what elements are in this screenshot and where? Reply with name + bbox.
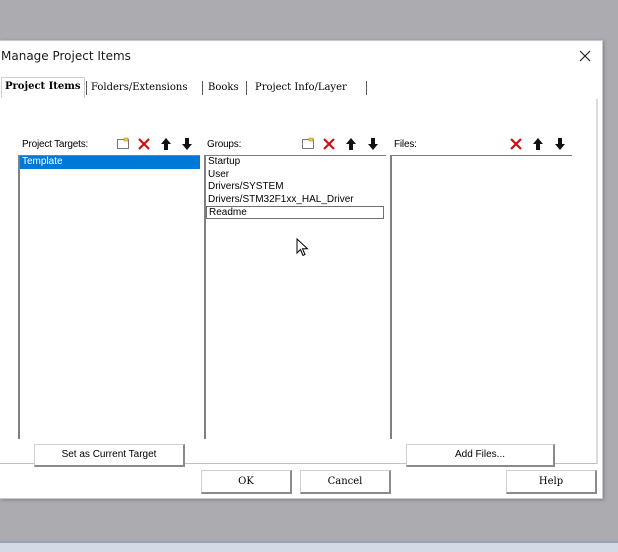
project-targets-label: Project Targets:: [22, 139, 89, 150]
move-up-icon[interactable]: [343, 136, 359, 152]
taskbar-strip: [0, 543, 618, 552]
dialog-title: Manage Project Items: [1, 49, 131, 63]
list-item[interactable]: Drivers/STM32F1xx_HAL_Driver: [206, 194, 386, 207]
groups-label: Groups:: [207, 139, 242, 150]
list-item[interactable]: User: [206, 169, 386, 182]
list-item[interactable]: Drivers/SYSTEM: [206, 181, 386, 194]
project-items-panel: Project Targets: Template Set as Current…: [0, 99, 598, 467]
desktop-background: [0, 0, 618, 40]
tab-separator: [246, 81, 247, 95]
help-button[interactable]: Help: [506, 470, 597, 494]
move-down-icon[interactable]: [552, 136, 568, 152]
tab-separator: [86, 81, 87, 95]
list-item[interactable]: Template: [20, 156, 200, 169]
add-files-button[interactable]: Add Files...: [406, 444, 555, 467]
set-current-target-button[interactable]: Set as Current Target: [34, 444, 185, 467]
manage-project-items-dialog: Manage Project Items Project Items Folde…: [0, 40, 603, 499]
tab-separator: [202, 81, 203, 95]
files-list[interactable]: [390, 155, 572, 439]
files-label: Files:: [394, 139, 417, 150]
groups-list[interactable]: Startup User Drivers/SYSTEM Drivers/STM3…: [204, 155, 386, 439]
tab-folders-extensions[interactable]: Folders/Extensions: [88, 79, 190, 97]
delete-icon[interactable]: [136, 136, 152, 152]
list-item[interactable]: Readme: [206, 206, 384, 219]
mouse-cursor-icon: [296, 237, 310, 258]
move-up-icon[interactable]: [530, 136, 546, 152]
tab-books[interactable]: Books: [205, 79, 242, 97]
new-icon[interactable]: [300, 136, 316, 152]
ok-button[interactable]: OK: [201, 470, 292, 494]
new-icon[interactable]: [115, 136, 131, 152]
move-down-icon[interactable]: [365, 136, 381, 152]
tab-project-info-layer[interactable]: Project Info/Layer: [252, 79, 350, 97]
cancel-button[interactable]: Cancel: [300, 470, 391, 494]
delete-icon[interactable]: [321, 136, 337, 152]
list-item[interactable]: Startup: [206, 156, 386, 169]
tab-separator: [366, 81, 367, 95]
move-up-icon[interactable]: [158, 136, 174, 152]
close-icon[interactable]: [576, 47, 594, 65]
project-targets-list[interactable]: Template: [18, 155, 200, 439]
tab-project-items[interactable]: Project Items: [1, 77, 85, 98]
delete-icon[interactable]: [508, 136, 524, 152]
move-down-icon[interactable]: [179, 136, 195, 152]
